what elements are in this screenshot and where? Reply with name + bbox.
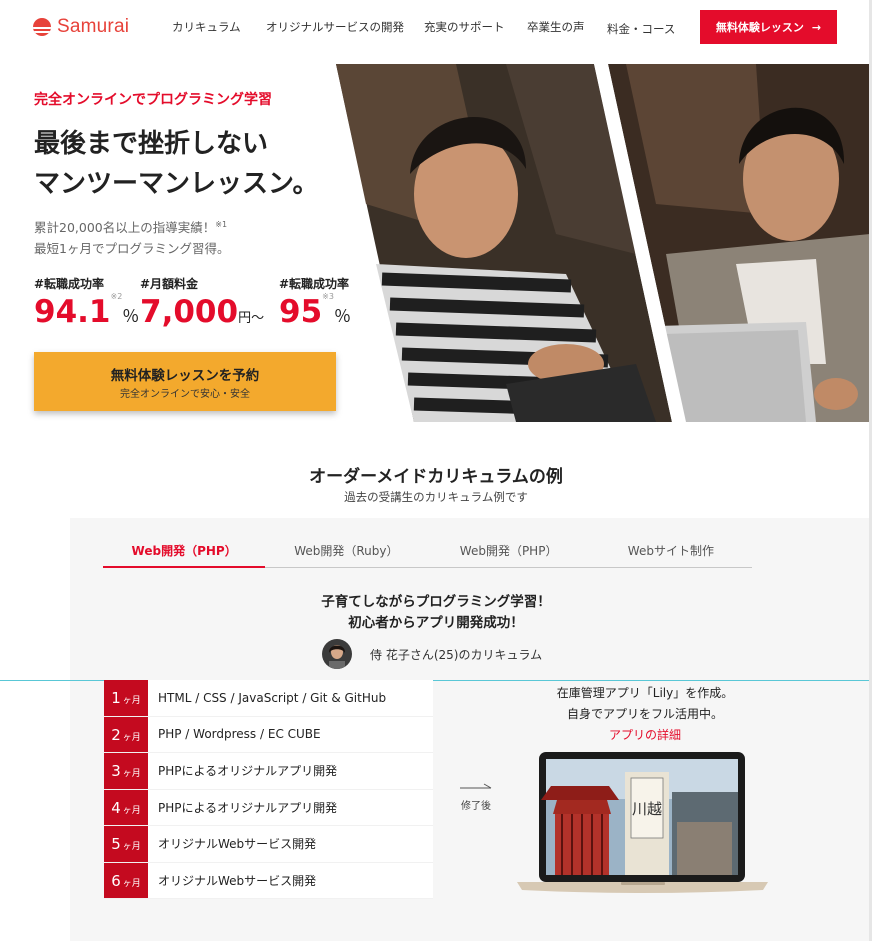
stat-unit: ％: [122, 307, 140, 327]
logo[interactable]: Samurai: [33, 16, 129, 38]
stat-monthly-fee: #月額料金 7,000円〜: [140, 275, 264, 330]
nav-curriculum[interactable]: カリキュラム: [172, 19, 241, 35]
stat-label: #転職成功率: [279, 277, 350, 291]
arrow-right-icon: →: [811, 20, 822, 34]
month-row: 4 ヶ月 PHPによるオリジナルアプリ開発: [104, 789, 433, 826]
hero-title-line2: マンツーマンレッスン。: [34, 169, 319, 199]
stat-value: 95: [279, 294, 323, 330]
case-title-line2: 初心者からアプリ開発成功！: [348, 615, 524, 631]
month-content: PHP / Wordpress / EC CUBE: [158, 727, 321, 742]
reserve-lesson-button[interactable]: 無料体験レッスンを予約 完全オンラインで安心・安全: [34, 352, 336, 411]
section-title: オーダーメイドカリキュラムの例: [309, 467, 563, 487]
stat-career-rate-2: #転職成功率 95※3 ％: [279, 275, 351, 330]
month-content: HTML / CSS / JavaScript / Git & GitHub: [158, 690, 387, 705]
laptop-screen-text: 川越: [632, 800, 662, 818]
app-details-link[interactable]: アプリの詳細: [520, 725, 770, 746]
student-info: 侍 花子さん(25)のカリキュラム: [322, 639, 542, 669]
month-row: 2 ヶ月 PHP / Wordpress / EC CUBE: [104, 716, 433, 753]
month-row: 6 ヶ月 オリジナルWebサービス開発: [104, 862, 433, 899]
tab-web-php[interactable]: Web開発（PHP）: [103, 537, 266, 568]
after-completion: 修了後: [458, 775, 494, 812]
month-badge: 1 ヶ月: [104, 680, 148, 716]
long-arrow-icon: [460, 783, 492, 789]
stat-footnote: ※3: [322, 292, 334, 301]
month-row: 3 ヶ月 PHPによるオリジナルアプリ開発: [104, 753, 433, 790]
result-line1: 在庫管理アプリ「Lily」を作成。: [556, 686, 734, 700]
laptop-app-screenshot: 川越: [517, 752, 768, 893]
nav-testimonials[interactable]: 卒業生の声: [527, 19, 585, 35]
free-lesson-button[interactable]: 無料体験レッスン →: [700, 10, 837, 44]
reserve-lesson-label: 無料体験レッスンを予約: [110, 367, 260, 384]
month-content: PHPによるオリジナルアプリ開発: [158, 800, 338, 815]
footnote-1: ※1: [215, 220, 228, 229]
hero-subtext: 累計20,000名以上の指導実績！※1 最短1ヶ月でプログラミング習得。: [34, 214, 229, 259]
month-row: 1 ヶ月 HTML / CSS / JavaScript / Git & GitH…: [104, 680, 433, 717]
month-badge: 4 ヶ月: [104, 789, 148, 825]
after-completion-label: 修了後: [461, 801, 491, 812]
stat-value: 94.1: [34, 294, 111, 330]
avatar: [322, 639, 352, 669]
month-row: 5 ヶ月 オリジナルWebサービス開発: [104, 826, 433, 863]
month-content: オリジナルWebサービス開発: [158, 873, 317, 888]
month-badge: 2 ヶ月: [104, 716, 148, 752]
stat-unit: ％: [333, 307, 351, 327]
logo-text: Samurai: [57, 16, 130, 37]
stat-unit: 円〜: [238, 311, 265, 326]
nav-support[interactable]: 充実のサポート: [424, 19, 505, 35]
hero-tagline: 完全オンラインでプログラミング学習: [34, 92, 272, 108]
nav-pricing[interactable]: 料金・コース: [607, 21, 675, 37]
site-header: Samurai カリキュラム オリジナルサービスの開発 充実のサポート 卒業生の…: [0, 0, 872, 56]
result-description: 在庫管理アプリ「Lily」を作成。 自身でアプリをフル活用中。 アプリの詳細: [520, 683, 770, 746]
result-line2: 自身でアプリをフル活用中。: [566, 707, 723, 721]
month-content: PHPによるオリジナルアプリ開発: [158, 764, 338, 779]
nav-original-service[interactable]: オリジナルサービスの開発: [266, 19, 404, 35]
student-name: 侍 花子さん(25)のカリキュラム: [370, 647, 543, 662]
stat-footnote: ※2: [110, 292, 123, 301]
month-content: オリジナルWebサービス開発: [158, 837, 317, 852]
stat-value: 7,000: [140, 294, 239, 330]
hero-section: 完全オンラインでプログラミング学習 最後まで挫折しない マンツーマンレッスン。 …: [0, 64, 872, 422]
hero-title: 最後まで挫折しない マンツーマンレッスン。: [34, 124, 318, 204]
curriculum-tabs: Web開発（PHP） Web開発（Ruby） Web開発（PHP） Webサイト…: [103, 537, 752, 568]
tab-website[interactable]: Webサイト制作: [590, 537, 752, 567]
samurai-sun-icon: [33, 18, 51, 36]
stat-label: #転職成功率: [34, 277, 105, 291]
hero-title-line1: 最後まで挫折しない: [34, 129, 269, 159]
hero-sub-line1: 累計20,000名以上の指導実績！: [34, 220, 216, 236]
stat-career-rate-1: #転職成功率 94.1※2 ％: [34, 275, 139, 330]
stat-label: #月額料金: [140, 277, 199, 291]
section-subtitle: 過去の受講生のカリキュラム例です: [344, 490, 528, 504]
case-title-line1: 子育てしながらプログラミング学習！: [321, 594, 551, 610]
month-badge: 5 ヶ月: [104, 826, 148, 862]
month-badge: 3 ヶ月: [104, 753, 148, 789]
hero-sub-line2: 最短1ヶ月でプログラミング習得。: [34, 241, 230, 257]
hero-photos: [336, 64, 870, 422]
tab-web-ruby[interactable]: Web開発（Ruby）: [265, 537, 427, 567]
case-title: 子育てしながらプログラミング学習！ 初心者からアプリ開発成功！: [0, 592, 872, 634]
reserve-lesson-sublabel: 完全オンラインで安心・安全: [120, 388, 250, 400]
month-badge: 6 ヶ月: [104, 862, 148, 898]
tab-web-php-2[interactable]: Web開発（PHP）: [428, 537, 590, 567]
free-lesson-button-label: 無料体験レッスン: [715, 21, 804, 34]
month-list: 1 ヶ月 HTML / CSS / JavaScript / Git & GitH…: [104, 680, 433, 899]
